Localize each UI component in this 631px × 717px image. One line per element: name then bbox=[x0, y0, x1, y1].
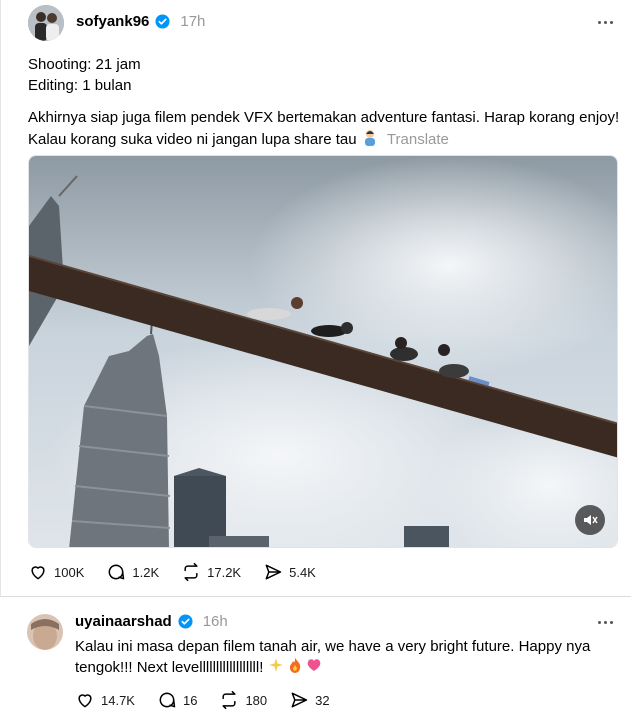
post-actions: 100K 1.2K 17.2K 5.4K bbox=[28, 562, 338, 582]
repost-icon bbox=[184, 562, 198, 582]
like-count: 100K bbox=[54, 564, 85, 580]
share-count: 5.4K bbox=[289, 564, 316, 580]
timestamp: 17h bbox=[180, 13, 206, 30]
post-body-line1: Akhirnya siap juga filem pendek VFX bert… bbox=[28, 109, 620, 126]
reply-count: 16 bbox=[182, 692, 198, 708]
share-icon bbox=[291, 692, 308, 708]
heart-icon bbox=[31, 566, 45, 580]
reply-button[interactable]: 16 bbox=[157, 690, 197, 710]
reply-body-line2-row: tengok!!! Next levellllllllllllllllll! bbox=[75, 657, 322, 679]
repost-icon bbox=[222, 690, 237, 710]
reply-count: 1.2K bbox=[132, 564, 160, 580]
sparkles-emoji bbox=[268, 657, 284, 679]
post-body-line2-row: Kalau korang suka video ni jangan lupa s… bbox=[28, 128, 449, 152]
reply-body-line1: Kalau ini masa depan filem tanah air, we… bbox=[75, 638, 591, 655]
translate-link[interactable]: Translate bbox=[387, 131, 449, 148]
post-header: sofyank96 17h bbox=[76, 13, 205, 30]
reply-username[interactable]: uyainaarshad bbox=[75, 613, 172, 630]
like-count: 14.7K bbox=[101, 692, 135, 708]
reply-actions: 14.7K 16 180 32 bbox=[75, 690, 352, 710]
username[interactable]: sofyank96 bbox=[76, 13, 149, 30]
main-post: sofyank96 17h Shooting: 21 jam Editing: … bbox=[0, 0, 631, 597]
share-button[interactable]: 32 bbox=[289, 690, 330, 710]
verified-icon bbox=[155, 14, 170, 29]
pink-heart-emoji bbox=[306, 657, 322, 679]
post-body-line2: Kalau korang suka video ni jangan lupa s… bbox=[28, 130, 357, 148]
comment-icon bbox=[108, 564, 125, 580]
video-frame bbox=[29, 156, 617, 547]
comment-icon bbox=[159, 692, 176, 708]
share-icon bbox=[265, 564, 282, 580]
avatar[interactable] bbox=[28, 5, 64, 41]
like-button[interactable]: 14.7K bbox=[75, 690, 135, 710]
post-line-shooting: Shooting: 21 jam bbox=[28, 56, 141, 73]
reply-header: uyainaarshad 16h bbox=[75, 613, 228, 630]
share-button[interactable]: 5.4K bbox=[263, 562, 316, 582]
reply-timestamp: 16h bbox=[202, 613, 228, 630]
mute-icon[interactable] bbox=[575, 505, 605, 535]
fire-emoji bbox=[288, 657, 302, 679]
repost-button[interactable]: 17.2K bbox=[181, 562, 241, 582]
reply-body-line2: tengok!!! Next levellllllllllllllllll! bbox=[75, 659, 264, 676]
verified-icon bbox=[178, 614, 193, 629]
person-shrug-emoji bbox=[361, 128, 379, 152]
share-count: 32 bbox=[315, 692, 330, 708]
avatar-photo bbox=[28, 5, 64, 41]
more-icon[interactable] bbox=[595, 612, 615, 632]
heart-icon bbox=[78, 694, 92, 708]
more-icon[interactable] bbox=[595, 12, 615, 32]
reply-avatar[interactable] bbox=[27, 614, 63, 650]
reply-avatar-photo bbox=[27, 614, 63, 650]
like-button[interactable]: 100K bbox=[28, 562, 84, 582]
repost-count: 180 bbox=[245, 692, 268, 708]
reply-button[interactable]: 1.2K bbox=[106, 562, 159, 582]
reply-post: uyainaarshad 16h Kalau ini masa depan fi… bbox=[0, 598, 631, 717]
repost-button[interactable]: 180 bbox=[219, 690, 267, 710]
repost-count: 17.2K bbox=[207, 564, 242, 580]
post-line-editing: Editing: 1 bulan bbox=[28, 77, 132, 94]
post-video[interactable] bbox=[28, 155, 618, 548]
